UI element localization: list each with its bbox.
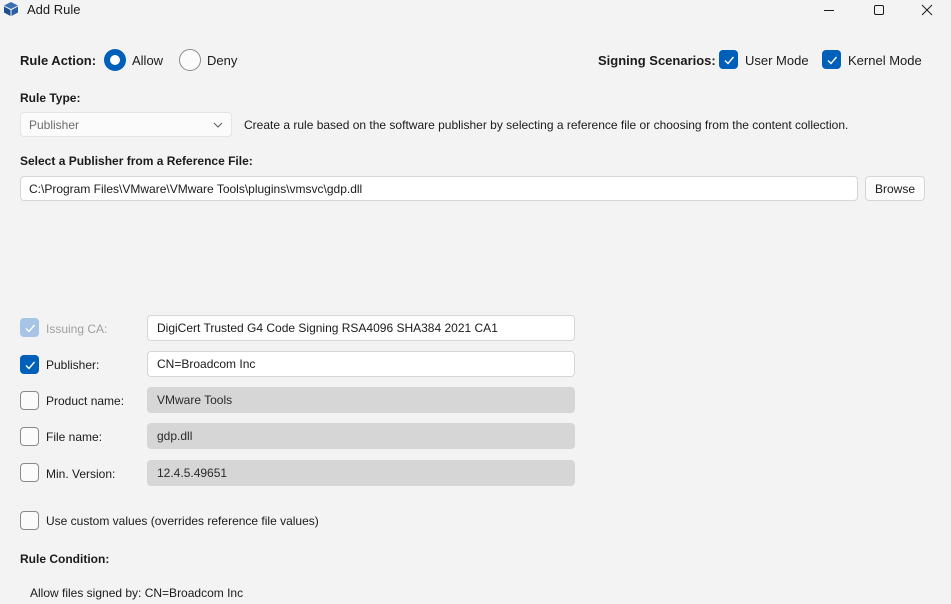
issuing-ca-label: Issuing CA: (46, 322, 108, 336)
product-name-field[interactable]: VMware Tools (147, 387, 575, 413)
minimize-icon (824, 10, 834, 11)
user-mode-label[interactable]: User Mode (745, 53, 809, 68)
deny-label[interactable]: Deny (207, 53, 237, 68)
close-button[interactable] (904, 0, 950, 20)
file-name-checkbox[interactable] (20, 427, 39, 446)
rule-condition-label: Rule Condition: (20, 552, 110, 566)
rule-type-description: Create a rule based on the software publ… (244, 118, 849, 132)
deny-radio[interactable] (179, 49, 201, 71)
cube-icon (4, 2, 18, 16)
checkmark-icon (827, 56, 837, 65)
min-version-checkbox[interactable] (20, 463, 39, 482)
product-name-label: Product name: (46, 394, 125, 408)
rule-action-label: Rule Action: (20, 53, 97, 68)
browse-button[interactable]: Browse (865, 176, 925, 201)
rule-type-selected: Publisher (29, 118, 80, 132)
publisher-label: Publisher: (46, 358, 100, 372)
allow-radio[interactable] (104, 49, 126, 71)
maximize-icon (874, 5, 884, 15)
checkmark-icon (25, 324, 35, 333)
publisher-field[interactable]: CN=Broadcom Inc (147, 351, 575, 377)
file-name-label: File name: (46, 430, 103, 444)
reference-file-label: Select a Publisher from a Reference File… (20, 154, 253, 168)
publisher-checkbox[interactable] (20, 355, 39, 374)
window-title: Add Rule (27, 2, 81, 17)
close-icon (921, 4, 933, 16)
product-name-checkbox[interactable] (20, 391, 39, 410)
rule-type-dropdown[interactable]: Publisher (20, 112, 232, 137)
rule-type-label: Rule Type: (20, 91, 81, 105)
custom-values-label[interactable]: Use custom values (overrides reference f… (46, 514, 319, 528)
issuing-ca-checkbox[interactable] (20, 318, 39, 337)
allow-label[interactable]: Allow (132, 53, 163, 68)
issuing-ca-field[interactable]: DigiCert Trusted G4 Code Signing RSA4096… (147, 315, 575, 341)
kernel-mode-label[interactable]: Kernel Mode (848, 53, 922, 68)
checkmark-icon (25, 361, 35, 370)
reference-path-input[interactable]: C:\Program Files\VMware\VMware Tools\plu… (20, 176, 858, 201)
title-bar: Add Rule (0, 0, 951, 22)
chevron-down-icon (213, 122, 223, 128)
minimize-button[interactable] (806, 0, 852, 20)
kernel-mode-checkbox[interactable] (822, 50, 841, 69)
min-version-field[interactable]: 12.4.5.49651 (147, 460, 575, 486)
signing-scenarios-label: Signing Scenarios: (598, 53, 716, 68)
rule-condition-text: Allow files signed by: CN=Broadcom Inc (30, 586, 244, 600)
custom-values-checkbox[interactable] (20, 511, 39, 530)
user-mode-checkbox[interactable] (719, 50, 738, 69)
file-name-field[interactable]: gdp.dll (147, 423, 575, 449)
checkmark-icon (724, 56, 734, 65)
min-version-label: Min. Version: (46, 467, 116, 481)
maximize-button[interactable] (856, 0, 902, 20)
